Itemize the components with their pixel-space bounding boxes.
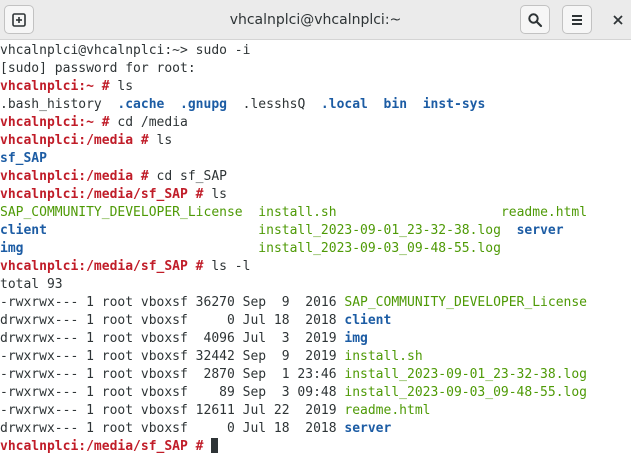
output-text: ls [109, 79, 134, 94]
terminal-line: -rwxrwx--- 1 root vboxsf 32442 Sep 9 201… [0, 348, 631, 366]
terminal-line: vhcalnplci:~ # cd /media [0, 114, 631, 132]
terminal-line: vhcalnplci@vhcalnplci:~> sudo -i [0, 42, 631, 60]
output-text: .bash_history [0, 97, 118, 112]
terminal-line: vhcalnplci:/media # cd sf_SAP [0, 168, 631, 186]
shell-prompt: vhcalnplci:/media/sf_SAP # [0, 187, 204, 202]
terminal-output[interactable]: vhcalnplci@vhcalnplci:~> sudo -i [sudo] p… [0, 42, 631, 472]
terminal-line: [sudo] password for root: [0, 60, 631, 78]
close-button[interactable] [604, 5, 631, 34]
terminal-line: -rwxrwx--- 1 root vboxsf 36270 Sep 9 201… [0, 294, 631, 312]
output-text: -rwxrwx--- 1 root vboxsf 36270 Sep 9 201… [0, 295, 345, 310]
directory-name: client [0, 223, 47, 238]
terminal-line: -rwxrwx--- 1 root vboxsf 2870 Sep 1 23:4… [0, 366, 631, 384]
terminal-line: -rwxrwx--- 1 root vboxsf 89 Sep 3 09:48 … [0, 384, 631, 402]
hamburger-menu-icon [572, 14, 582, 25]
output-text: .lesshsQ [227, 97, 321, 112]
close-icon [613, 14, 623, 25]
output-text: drwxrwx--- 1 root vboxsf 0 Jul 18 2018 [0, 313, 345, 328]
menu-button[interactable] [562, 5, 592, 34]
output-text: cd /media [109, 115, 188, 130]
terminal-line: vhcalnplci:/media/sf_SAP # ls [0, 186, 631, 204]
new-tab-button[interactable] [4, 5, 34, 34]
shell-prompt: vhcalnplci:/media/sf_SAP # [0, 439, 204, 454]
terminal-line: -rwxrwx--- 1 root vboxsf 12611 Jul 22 20… [0, 402, 631, 420]
directory-name: bin [383, 97, 408, 112]
directory-name: img [344, 331, 368, 346]
directory-name: client [344, 313, 392, 328]
output-text: cd sf_SAP [148, 169, 227, 184]
executable-file-name: SAP_COMMUNITY_DEVELOPER_License [344, 295, 588, 310]
terminal-window: vhcalnplci@vhcalnplci:~ vhcalnplci@vhcal… [0, 0, 631, 472]
output-text: -rwxrwx--- 1 root vboxsf 2870 Sep 1 23:4… [0, 367, 345, 382]
directory-name: inst-sys [422, 97, 486, 112]
output-text: drwxrwx--- 1 root vboxsf 4096 Jul 3 2019 [0, 331, 345, 346]
output-text: ls [203, 187, 227, 202]
output-text: -rwxrwx--- 1 root vboxsf 89 Sep 3 09:48 [0, 385, 345, 400]
terminal-line: vhcalnplci:/media # ls [0, 132, 631, 150]
executable-file-name: install_2023-09-03_09-48-55.log [344, 385, 588, 400]
output-text: -rwxrwx--- 1 root vboxsf 32442 Sep 9 201… [0, 349, 345, 364]
terminal-line: vhcalnplci:/media/sf_SAP # [0, 438, 631, 456]
terminal-line: img install_2023-09-03_09-48-55.log [0, 240, 631, 258]
directory-name: server [516, 223, 564, 238]
text-cursor [211, 438, 219, 453]
executable-file-name: install.sh [258, 205, 337, 220]
output-text: ls [148, 133, 173, 148]
shell-prompt: vhcalnplci:~ # [0, 79, 110, 94]
shell-prompt: vhcalnplci:/media # [0, 133, 149, 148]
output-text: ls -l [203, 259, 251, 274]
executable-file-name: SAP_COMMUNITY_DEVELOPER_License [0, 205, 243, 220]
directory-name: img [0, 241, 24, 256]
executable-file-name: readme.html [500, 205, 588, 220]
directory-name: sf_SAP [0, 151, 47, 166]
terminal-line: SAP_COMMUNITY_DEVELOPER_License install.… [0, 204, 631, 222]
search-button[interactable] [520, 5, 550, 34]
executable-file-name: install.sh [344, 349, 423, 364]
output-text: total 93 [0, 277, 63, 292]
output-text: drwxrwx--- 1 root vboxsf 0 Jul 18 2018 [0, 421, 345, 436]
executable-file-name: install_2023-09-01_23-32-38.log [258, 223, 501, 238]
output-text: -rwxrwx--- 1 root vboxsf 12611 Jul 22 20… [0, 403, 345, 418]
directory-name: server [344, 421, 392, 436]
terminal-line: .bash_history .cache .gnupg .lesshsQ .lo… [0, 96, 631, 114]
output-text: vhcalnplci@vhcalnplci:~> sudo -i [0, 43, 251, 58]
terminal-line: drwxrwx--- 1 root vboxsf 4096 Jul 3 2019… [0, 330, 631, 348]
terminal-line: sf_SAP [0, 150, 631, 168]
executable-file-name: install_2023-09-03_09-48-55.log [258, 241, 501, 256]
terminal-line: client install_2023-09-01_23-32-38.log s… [0, 222, 631, 240]
terminal-line: total 93 [0, 276, 631, 294]
title-bar: vhcalnplci@vhcalnplci:~ [0, 0, 631, 40]
terminal-line: drwxrwx--- 1 root vboxsf 0 Jul 18 2018 c… [0, 312, 631, 330]
shell-prompt: vhcalnplci:~ # [0, 115, 110, 130]
executable-file-name: install_2023-09-01_23-32-38.log [344, 367, 588, 382]
output-text: [sudo] password for root: [0, 61, 196, 76]
new-tab-icon [12, 12, 26, 27]
terminal-line: vhcalnplci:~ # ls [0, 78, 631, 96]
directory-name: .cache [117, 97, 165, 112]
directory-name: .local [320, 97, 368, 112]
directory-name: .gnupg [180, 97, 227, 112]
terminal-line: vhcalnplci:/media/sf_SAP # ls -l [0, 258, 631, 276]
shell-prompt: vhcalnplci:/media # [0, 169, 149, 184]
shell-prompt: vhcalnplci:/media/sf_SAP # [0, 259, 204, 274]
executable-file-name: readme.html [344, 403, 431, 418]
terminal-line: drwxrwx--- 1 root vboxsf 0 Jul 18 2018 s… [0, 420, 631, 438]
search-icon [528, 12, 543, 27]
